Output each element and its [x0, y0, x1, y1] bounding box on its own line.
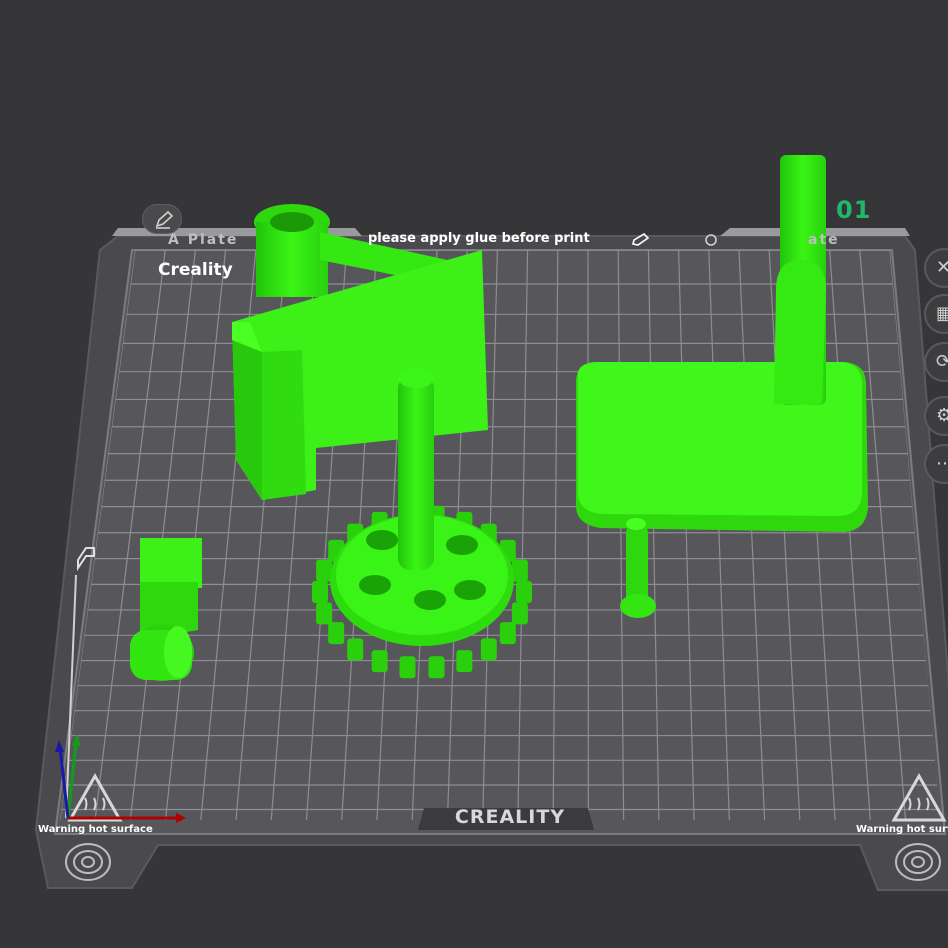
more-icon: ⋯ — [936, 453, 948, 474]
plate-brand-text: Creality — [158, 260, 233, 280]
plate-number: 01 — [836, 196, 872, 224]
edit-plate-name-button[interactable] — [142, 204, 182, 234]
gear-tooth — [328, 622, 345, 645]
gear-tooth — [399, 656, 416, 679]
creality-logo: CREALITY — [454, 806, 566, 828]
close-icon: ✕ — [936, 257, 948, 278]
rotate-icon: ⟳ — [936, 351, 948, 372]
gear-tooth — [480, 638, 497, 661]
lock-icon[interactable] — [703, 233, 719, 247]
settings-icon: ⚙ — [936, 405, 948, 426]
gear-tooth — [371, 650, 388, 673]
plate-name-right: ate — [808, 232, 840, 248]
pencil-icon[interactable] — [630, 232, 654, 248]
gear-tooth — [312, 581, 328, 603]
gear-tooth — [499, 622, 516, 645]
model-bracket[interactable] — [130, 538, 202, 681]
gear-tooth — [428, 656, 445, 679]
gear-tooth — [316, 559, 333, 582]
plate-name-left: A Plate — [168, 232, 239, 248]
gear-tooth — [516, 581, 532, 603]
pencil-icon — [155, 210, 174, 229]
gear-tooth — [511, 559, 528, 582]
warning-right: Warning hot surface — [856, 824, 948, 835]
gear-tooth — [316, 602, 333, 625]
warning-left: Warning hot surface — [38, 824, 153, 835]
gear-tooth — [456, 650, 473, 673]
plate-note[interactable]: please apply glue before print — [368, 231, 590, 246]
gear-tooth — [511, 602, 528, 625]
arrange-icon: ▦ — [936, 303, 948, 324]
gear-tooth — [347, 638, 364, 661]
